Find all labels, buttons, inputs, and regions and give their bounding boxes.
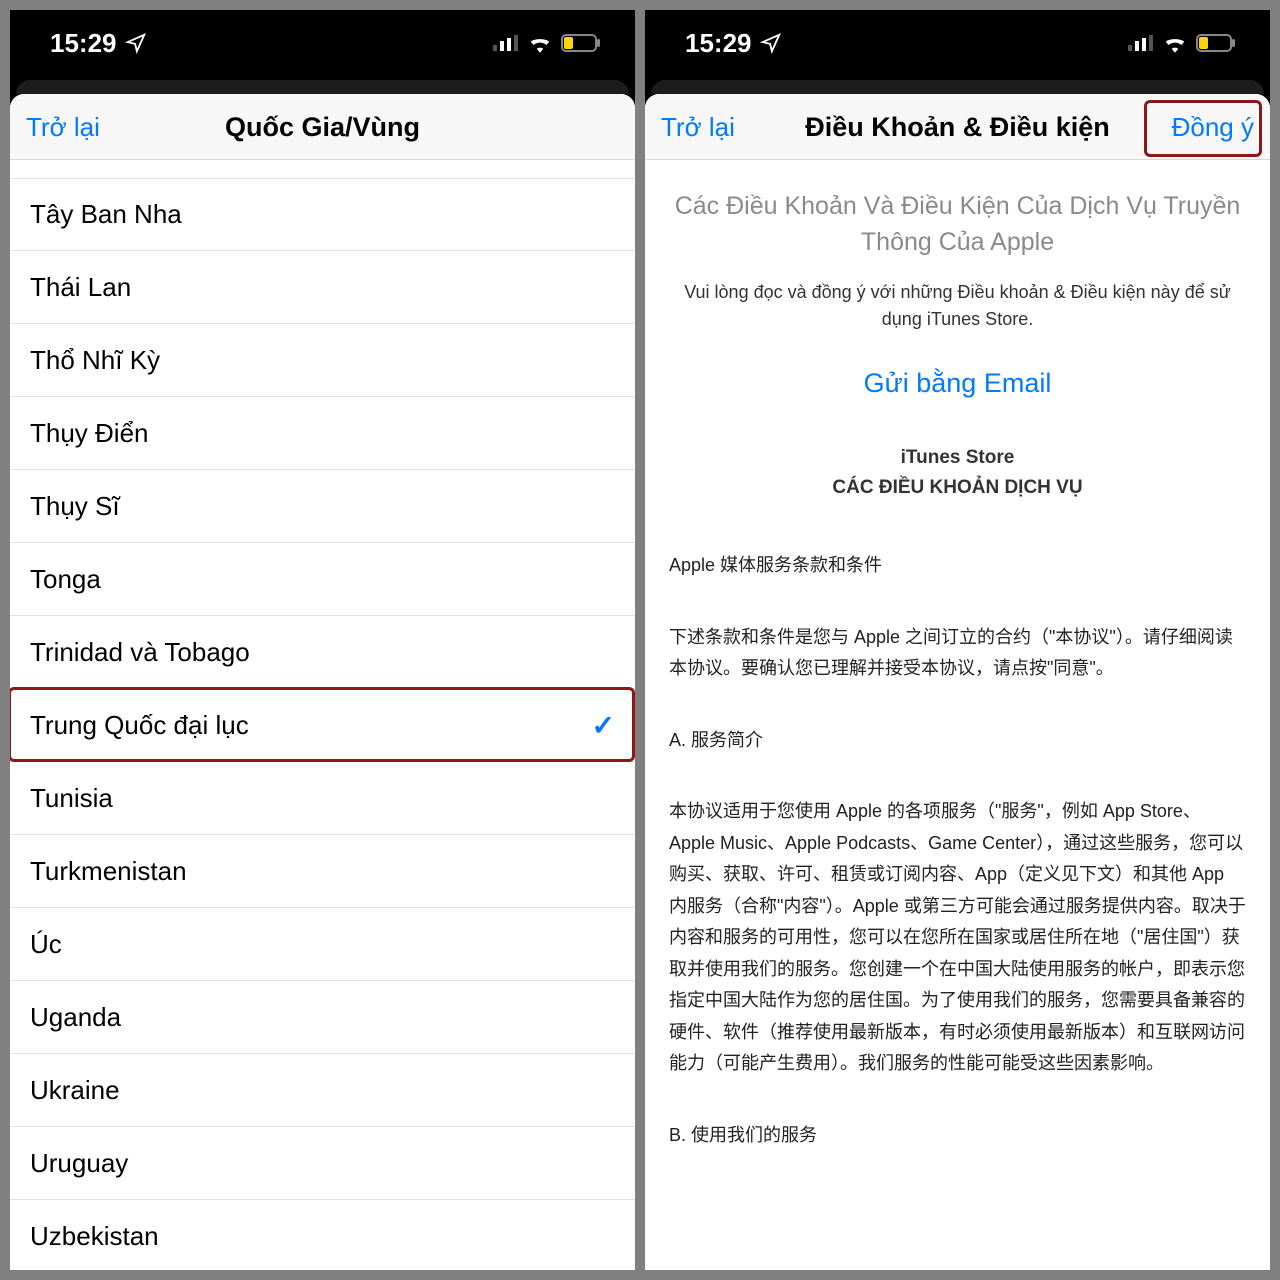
- modal-background-edge: [651, 80, 1264, 94]
- country-row[interactable]: Thụy Điển: [10, 397, 635, 470]
- battery-icon: [1196, 34, 1236, 52]
- status-time: 15:29: [50, 28, 117, 59]
- country-label: Tây Ban Nha: [30, 199, 182, 230]
- wifi-icon: [1162, 33, 1188, 53]
- cellular-signal-icon: [1128, 35, 1154, 51]
- agree-button[interactable]: Đồng ý: [1154, 112, 1254, 143]
- nav-bar: Trở lại Quốc Gia/Vùng: [10, 94, 635, 160]
- phone-country-region: 15:29 Trở lại Quốc Gia/Vùng Tây Ban NhaT…: [10, 10, 635, 1270]
- country-row[interactable]: Uganda: [10, 981, 635, 1054]
- store-header-line1: iTunes Store: [669, 443, 1246, 472]
- terms-section-heading: B. 使用我们的服务: [669, 1120, 1246, 1152]
- location-arrow-icon: [760, 32, 782, 54]
- terms-modal: Trở lại Điều Khoản & Điều kiện Đồng ý Cá…: [645, 94, 1270, 1270]
- send-by-email-link[interactable]: Gửi bằng Email: [669, 368, 1246, 399]
- status-bar: 15:29: [10, 10, 635, 80]
- battery-icon: [561, 34, 601, 52]
- nav-bar: Trở lại Điều Khoản & Điều kiện Đồng ý: [645, 94, 1270, 160]
- terms-paragraph: Apple 媒体服务条款和条件: [669, 550, 1246, 582]
- checkmark-icon: ✓: [592, 709, 615, 742]
- country-label: Ukraine: [30, 1075, 120, 1106]
- country-label: Tonga: [30, 564, 101, 595]
- country-label: Trinidad và Tobago: [30, 637, 250, 668]
- wifi-icon: [527, 33, 553, 53]
- country-row[interactable]: Thổ Nhĩ Kỳ: [10, 324, 635, 397]
- country-row[interactable]: Thụy Sĩ: [10, 470, 635, 543]
- country-row[interactable]: Ukraine: [10, 1054, 635, 1127]
- country-row[interactable]: Tonga: [10, 543, 635, 616]
- country-row[interactable]: Turkmenistan: [10, 835, 635, 908]
- country-label: Thổ Nhĩ Kỳ: [30, 345, 160, 376]
- country-row[interactable]: Úc: [10, 908, 635, 981]
- country-label: Uzbekistan: [30, 1221, 159, 1252]
- country-label: Turkmenistan: [30, 856, 187, 887]
- status-time: 15:29: [685, 28, 752, 59]
- terms-content[interactable]: Các Điều Khoản Và Điều Kiện Của Dịch Vụ …: [645, 160, 1270, 1270]
- country-modal: Trở lại Quốc Gia/Vùng Tây Ban Nha Thái La…: [10, 94, 635, 1270]
- country-row[interactable]: Uzbekistan: [10, 1200, 635, 1270]
- country-row[interactable]: Thái Lan: [10, 251, 635, 324]
- terms-subtitle: Vui lòng đọc và đồng ý với những Điều kh…: [669, 279, 1246, 335]
- country-label: Uganda: [30, 1002, 121, 1033]
- phone-terms: 15:29 Trở lại Điều Khoản & Điều kiện Đồn…: [645, 10, 1270, 1270]
- country-row[interactable]: Trinidad và Tobago: [10, 616, 635, 689]
- store-header: iTunes Store CÁC ĐIỀU KHOẢN DỊCH VỤ: [669, 443, 1246, 502]
- country-label: Thái Lan: [30, 272, 131, 303]
- country-label: Úc: [30, 929, 62, 960]
- cellular-signal-icon: [493, 35, 519, 51]
- country-row[interactable]: Tây Ban Nha: [10, 178, 635, 251]
- country-row[interactable]: Uruguay: [10, 1127, 635, 1200]
- country-label: Thụy Sĩ: [30, 491, 120, 522]
- country-label: Trung Quốc đại lục: [30, 710, 249, 741]
- store-header-line2: CÁC ĐIỀU KHOẢN DỊCH VỤ: [669, 473, 1246, 502]
- terms-heading: Các Điều Khoản Và Điều Kiện Của Dịch Vụ …: [669, 188, 1246, 261]
- country-list[interactable]: Tây Ban Nha Thái Lan Thổ Nhĩ Kỳ Thụy Điển Th…: [10, 160, 635, 1270]
- country-label: Uruguay: [30, 1148, 128, 1179]
- back-button[interactable]: Trở lại: [26, 112, 126, 143]
- location-arrow-icon: [125, 32, 147, 54]
- status-bar: 15:29: [645, 10, 1270, 80]
- terms-section-heading: A. 服务简介: [669, 725, 1246, 757]
- country-row[interactable]: Trung Quốc đại lục ✓: [10, 689, 635, 762]
- country-label: Tunisia: [30, 783, 113, 814]
- terms-paragraph: 本协议适用于您使用 Apple 的各项服务（"服务"，例如 App Store、…: [669, 796, 1246, 1080]
- modal-background-edge: [16, 80, 629, 94]
- country-label: Thụy Điển: [30, 418, 149, 449]
- back-button[interactable]: Trở lại: [661, 112, 761, 143]
- country-row[interactable]: Tunisia: [10, 762, 635, 835]
- terms-paragraph: 下述条款和条件是您与 Apple 之间订立的合约（"本协议"）。请仔细阅读本协议…: [669, 622, 1246, 685]
